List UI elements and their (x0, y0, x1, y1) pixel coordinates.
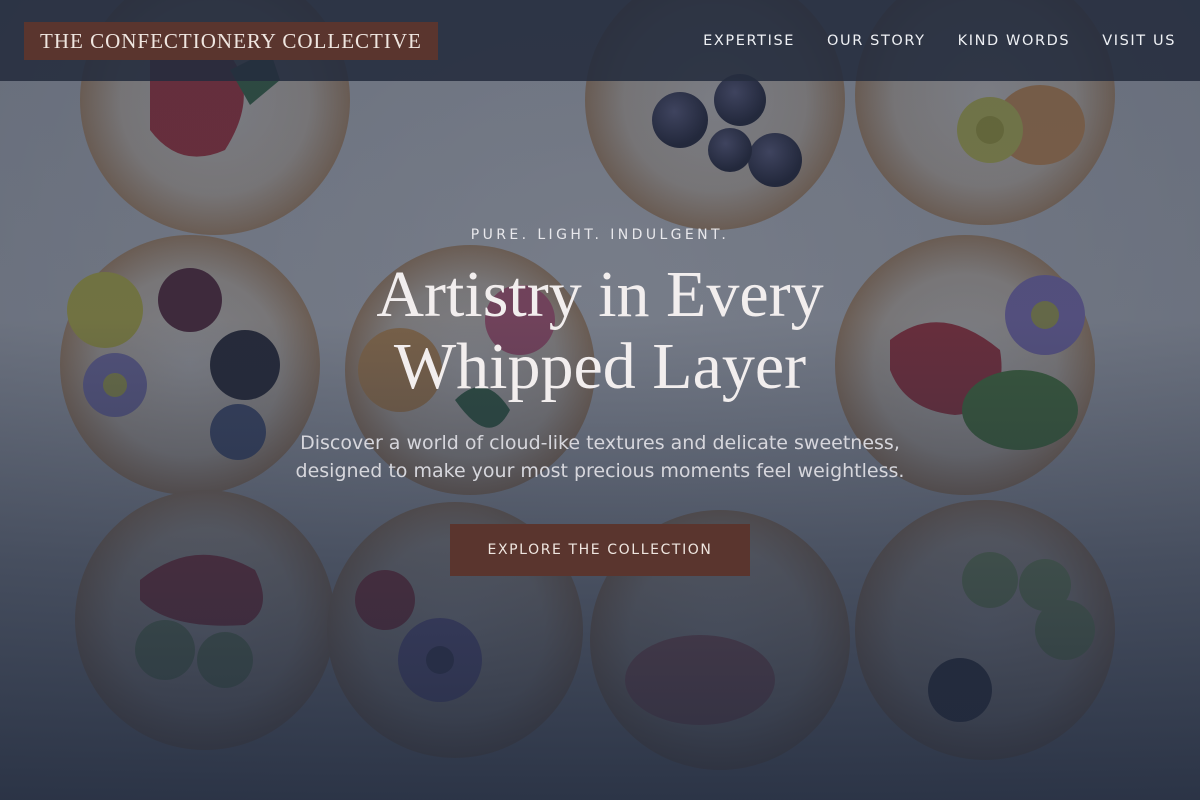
site-header: THE CONFECTIONERY COLLECTIVE EXPERTISE O… (0, 0, 1200, 81)
hero-eyebrow: PURE. LIGHT. INDULGENT. (470, 227, 730, 243)
nav-link-expertise[interactable]: EXPERTISE (703, 33, 795, 49)
nav-link-kind-words[interactable]: KIND WORDS (958, 33, 1071, 49)
hero-title: Artistry in Every Whipped Layer (0, 259, 1200, 403)
hero-section: PURE. LIGHT. INDULGENT. Artistry in Ever… (0, 81, 1200, 800)
hero-title-line-1: Artistry in Every (376, 258, 824, 331)
nav-link-our-story[interactable]: OUR STORY (827, 33, 926, 49)
brand-logo[interactable]: THE CONFECTIONERY COLLECTIVE (24, 21, 438, 60)
hero-subtitle: Discover a world of cloud-like textures … (0, 429, 1200, 485)
nav-link-visit-us[interactable]: VISIT US (1102, 33, 1176, 49)
explore-collection-button[interactable]: EXPLORE THE COLLECTION (450, 524, 750, 576)
hero-subtitle-line-1: Discover a world of cloud-like textures … (300, 432, 900, 454)
main-nav: EXPERTISE OUR STORY KIND WORDS VISIT US (703, 33, 1176, 49)
hero-title-line-2: Whipped Layer (393, 330, 807, 403)
hero-subtitle-line-2: designed to make your most precious mome… (295, 460, 905, 482)
